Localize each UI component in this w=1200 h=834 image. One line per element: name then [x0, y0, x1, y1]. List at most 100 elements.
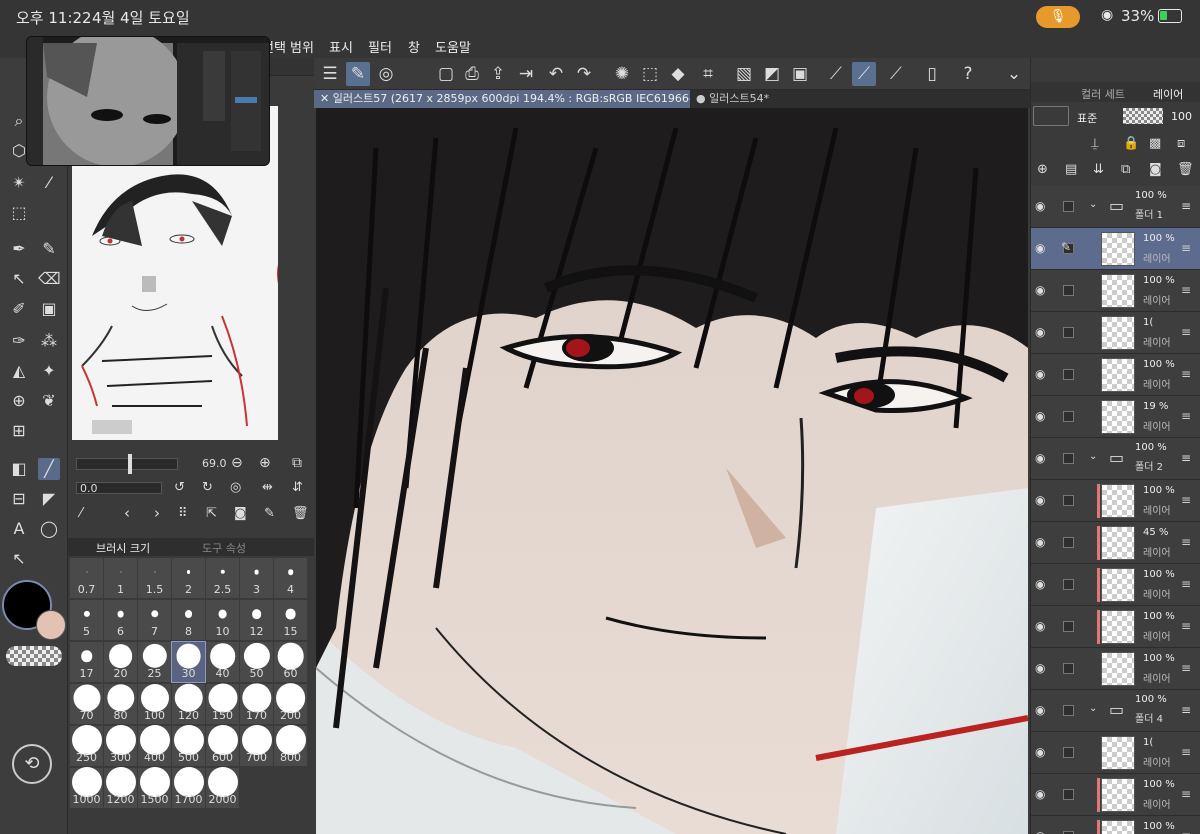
layer-folder-row[interactable]: ◉ ⌄ ▭ 100 % 폴더 2 ≡ — [1031, 438, 1200, 480]
deselect-icon[interactable]: ▧ — [732, 62, 756, 86]
eraser-icon[interactable]: ⌫ — [38, 268, 61, 290]
brush-size-cell[interactable]: 2.5 — [206, 558, 239, 598]
picture-in-picture-window[interactable] — [26, 36, 270, 166]
brush-size-cell[interactable]: 2 — [172, 558, 205, 598]
visibility-eye-icon[interactable]: ◉ — [1035, 745, 1045, 759]
brush-size-cell[interactable]: 1000 — [70, 767, 103, 808]
brush-size-cell[interactable]: 200 — [274, 683, 307, 724]
visibility-eye-icon[interactable]: ◉ — [1035, 199, 1045, 213]
brush-size-cell[interactable]: 250 — [70, 725, 103, 766]
zoom-slider-thumb[interactable] — [128, 454, 132, 474]
brush-size-cell[interactable]: 7 — [138, 600, 171, 640]
trash-icon[interactable]: 🗑 — [292, 506, 309, 521]
chevron-down-icon[interactable]: ⌄ — [1089, 703, 1097, 714]
sparkle-icon[interactable]: ✦ — [38, 360, 60, 382]
brush-size-cell[interactable]: 20 — [104, 642, 137, 682]
gradient-tool-icon[interactable]: ◧ — [8, 458, 30, 480]
blend-mode-value[interactable]: 표준 — [1077, 110, 1097, 126]
brush-size-cell[interactable]: 8 — [172, 600, 205, 640]
zoom-slider[interactable] — [76, 458, 178, 470]
layer-checkbox[interactable] — [1063, 579, 1074, 590]
mask-icon[interactable]: ◙ — [1149, 162, 1162, 177]
brush-size-cell[interactable]: 1500 — [138, 767, 171, 808]
layer-menu-icon[interactable]: ≡ — [1181, 409, 1191, 423]
line-tool-icon[interactable]: ╱ — [38, 458, 60, 480]
rotate-left-icon[interactable]: ↺ — [174, 480, 185, 495]
brush-size-cell[interactable]: 10 — [206, 600, 239, 640]
layer-row[interactable]: ◉ ✎ 100 % 레이어 ≡ — [1031, 228, 1200, 270]
menu-icon[interactable]: ☰ — [318, 62, 342, 86]
drawing-canvas[interactable] — [316, 108, 1028, 834]
fit-icon[interactable]: ⧉ — [292, 455, 302, 471]
layer-row[interactable]: ◉100 %레이어≡ — [1031, 648, 1200, 690]
tab-layer[interactable]: 레이어 — [1153, 86, 1183, 102]
layer-menu-icon[interactable]: ≡ — [1181, 367, 1191, 381]
layer-checkbox[interactable] — [1063, 411, 1074, 422]
layer-checkbox[interactable] — [1063, 285, 1074, 296]
special-ruler-icon[interactable]: ⟋ — [884, 62, 908, 86]
visibility-eye-icon[interactable]: ◉ — [1035, 367, 1045, 381]
layer-menu-icon[interactable]: ≡ — [1181, 829, 1191, 834]
dotted-square-icon[interactable]: ⬚ — [638, 62, 662, 86]
layer-row[interactable]: ◉100 %레이어≡ — [1031, 564, 1200, 606]
correct-line-icon[interactable]: ↖ — [8, 548, 30, 570]
fill-bucket-icon[interactable]: ◆ — [666, 62, 690, 86]
layer-checkbox[interactable] — [1063, 537, 1074, 548]
brush-size-cell[interactable]: 800 — [274, 725, 307, 766]
redo-icon[interactable]: ↷ — [572, 62, 596, 86]
layer-row[interactable]: ◉100 %레이어≡ — [1031, 480, 1200, 522]
opacity-value[interactable]: 100 — [1171, 110, 1192, 123]
layer-menu-icon[interactable]: ≡ — [1181, 283, 1191, 297]
frame-icon[interactable]: ⊟ — [8, 488, 30, 510]
brush-size-cell[interactable]: 700 — [240, 725, 273, 766]
opacity-slider[interactable] — [1123, 108, 1163, 124]
visibility-eye-icon[interactable]: ◉ — [1035, 787, 1045, 801]
new-folder-icon[interactable]: ▤ — [1065, 162, 1077, 177]
text-icon[interactable]: A — [8, 518, 30, 540]
layer-checkbox[interactable] — [1063, 495, 1074, 506]
brush-size-cell[interactable]: 70 — [70, 684, 103, 724]
flip-vertical-icon[interactable]: ⇵ — [292, 480, 303, 495]
brush-size-cell[interactable]: 60 — [274, 642, 307, 682]
share-icon[interactable]: ⇥ — [514, 62, 538, 86]
invert-selection-icon[interactable]: ◩ — [760, 62, 784, 86]
layer-checkbox[interactable] — [1063, 663, 1074, 674]
prev-icon[interactable]: ‹ — [124, 504, 130, 522]
zoom-in-icon[interactable]: ⊕ — [259, 455, 271, 471]
chevron-down-icon[interactable]: ⌄ — [1002, 62, 1026, 86]
airbrush-icon[interactable]: ✑ — [8, 330, 30, 352]
lock-transparency-icon[interactable]: ▩ — [1149, 136, 1161, 151]
transparent-color-swatch[interactable] — [6, 646, 62, 666]
balloon-tail-icon[interactable]: ◤ — [38, 488, 60, 510]
eyedropper-icon[interactable]: ⁄ — [38, 172, 60, 194]
edit-mode-icon[interactable]: ✎ — [346, 62, 370, 86]
selection-border-icon[interactable]: ▣ — [788, 62, 812, 86]
cloud-icon[interactable]: ◎ — [374, 62, 398, 86]
layer-row[interactable]: ◉ 19 % 레이어 ≡ — [1031, 396, 1200, 438]
layer-checkbox[interactable] — [1063, 369, 1074, 380]
brush-size-cell[interactable]: 1 — [104, 558, 137, 598]
new-canvas-icon[interactable]: ▢ — [434, 62, 458, 86]
brush-size-cell[interactable]: 600 — [206, 725, 239, 766]
layer-menu-icon[interactable]: ≡ — [1181, 577, 1191, 591]
brush-size-cell[interactable]: 400 — [138, 725, 171, 766]
camera-icon[interactable]: ◙ — [234, 506, 247, 521]
device-icon[interactable]: ▯ — [920, 62, 944, 86]
brush-size-cell[interactable]: 17 — [70, 642, 103, 682]
layer-checkbox[interactable] — [1063, 327, 1074, 338]
layer-row[interactable]: ◉100 %레이어≡ — [1031, 816, 1200, 834]
brush-size-cell[interactable]: 1700 — [172, 767, 205, 808]
ref-layer-icon[interactable]: ⧈ — [1177, 136, 1185, 151]
export-icon[interactable]: ⇱ — [206, 506, 217, 521]
layer-menu-icon[interactable]: ≡ — [1181, 199, 1191, 213]
layer-folder-row[interactable]: ◉ ⌄ ▭ 100 % 폴더 4 ≡ — [1031, 690, 1200, 732]
visibility-eye-icon[interactable]: ◉ — [1035, 619, 1045, 633]
swap-icon[interactable]: ⟲ — [12, 744, 52, 784]
brush-size-cell[interactable]: 100 — [138, 684, 171, 724]
decoration-icon[interactable]: ⁂ — [38, 330, 60, 352]
layer-row[interactable]: ◉ 1(레이어 ≡ — [1031, 732, 1200, 774]
fill-icon[interactable]: ◭ — [8, 360, 30, 382]
brush-size-cell[interactable]: 12 — [240, 600, 273, 640]
layer-checkbox[interactable] — [1063, 747, 1074, 758]
flip-horizontal-icon[interactable]: ⇹ — [262, 480, 273, 495]
